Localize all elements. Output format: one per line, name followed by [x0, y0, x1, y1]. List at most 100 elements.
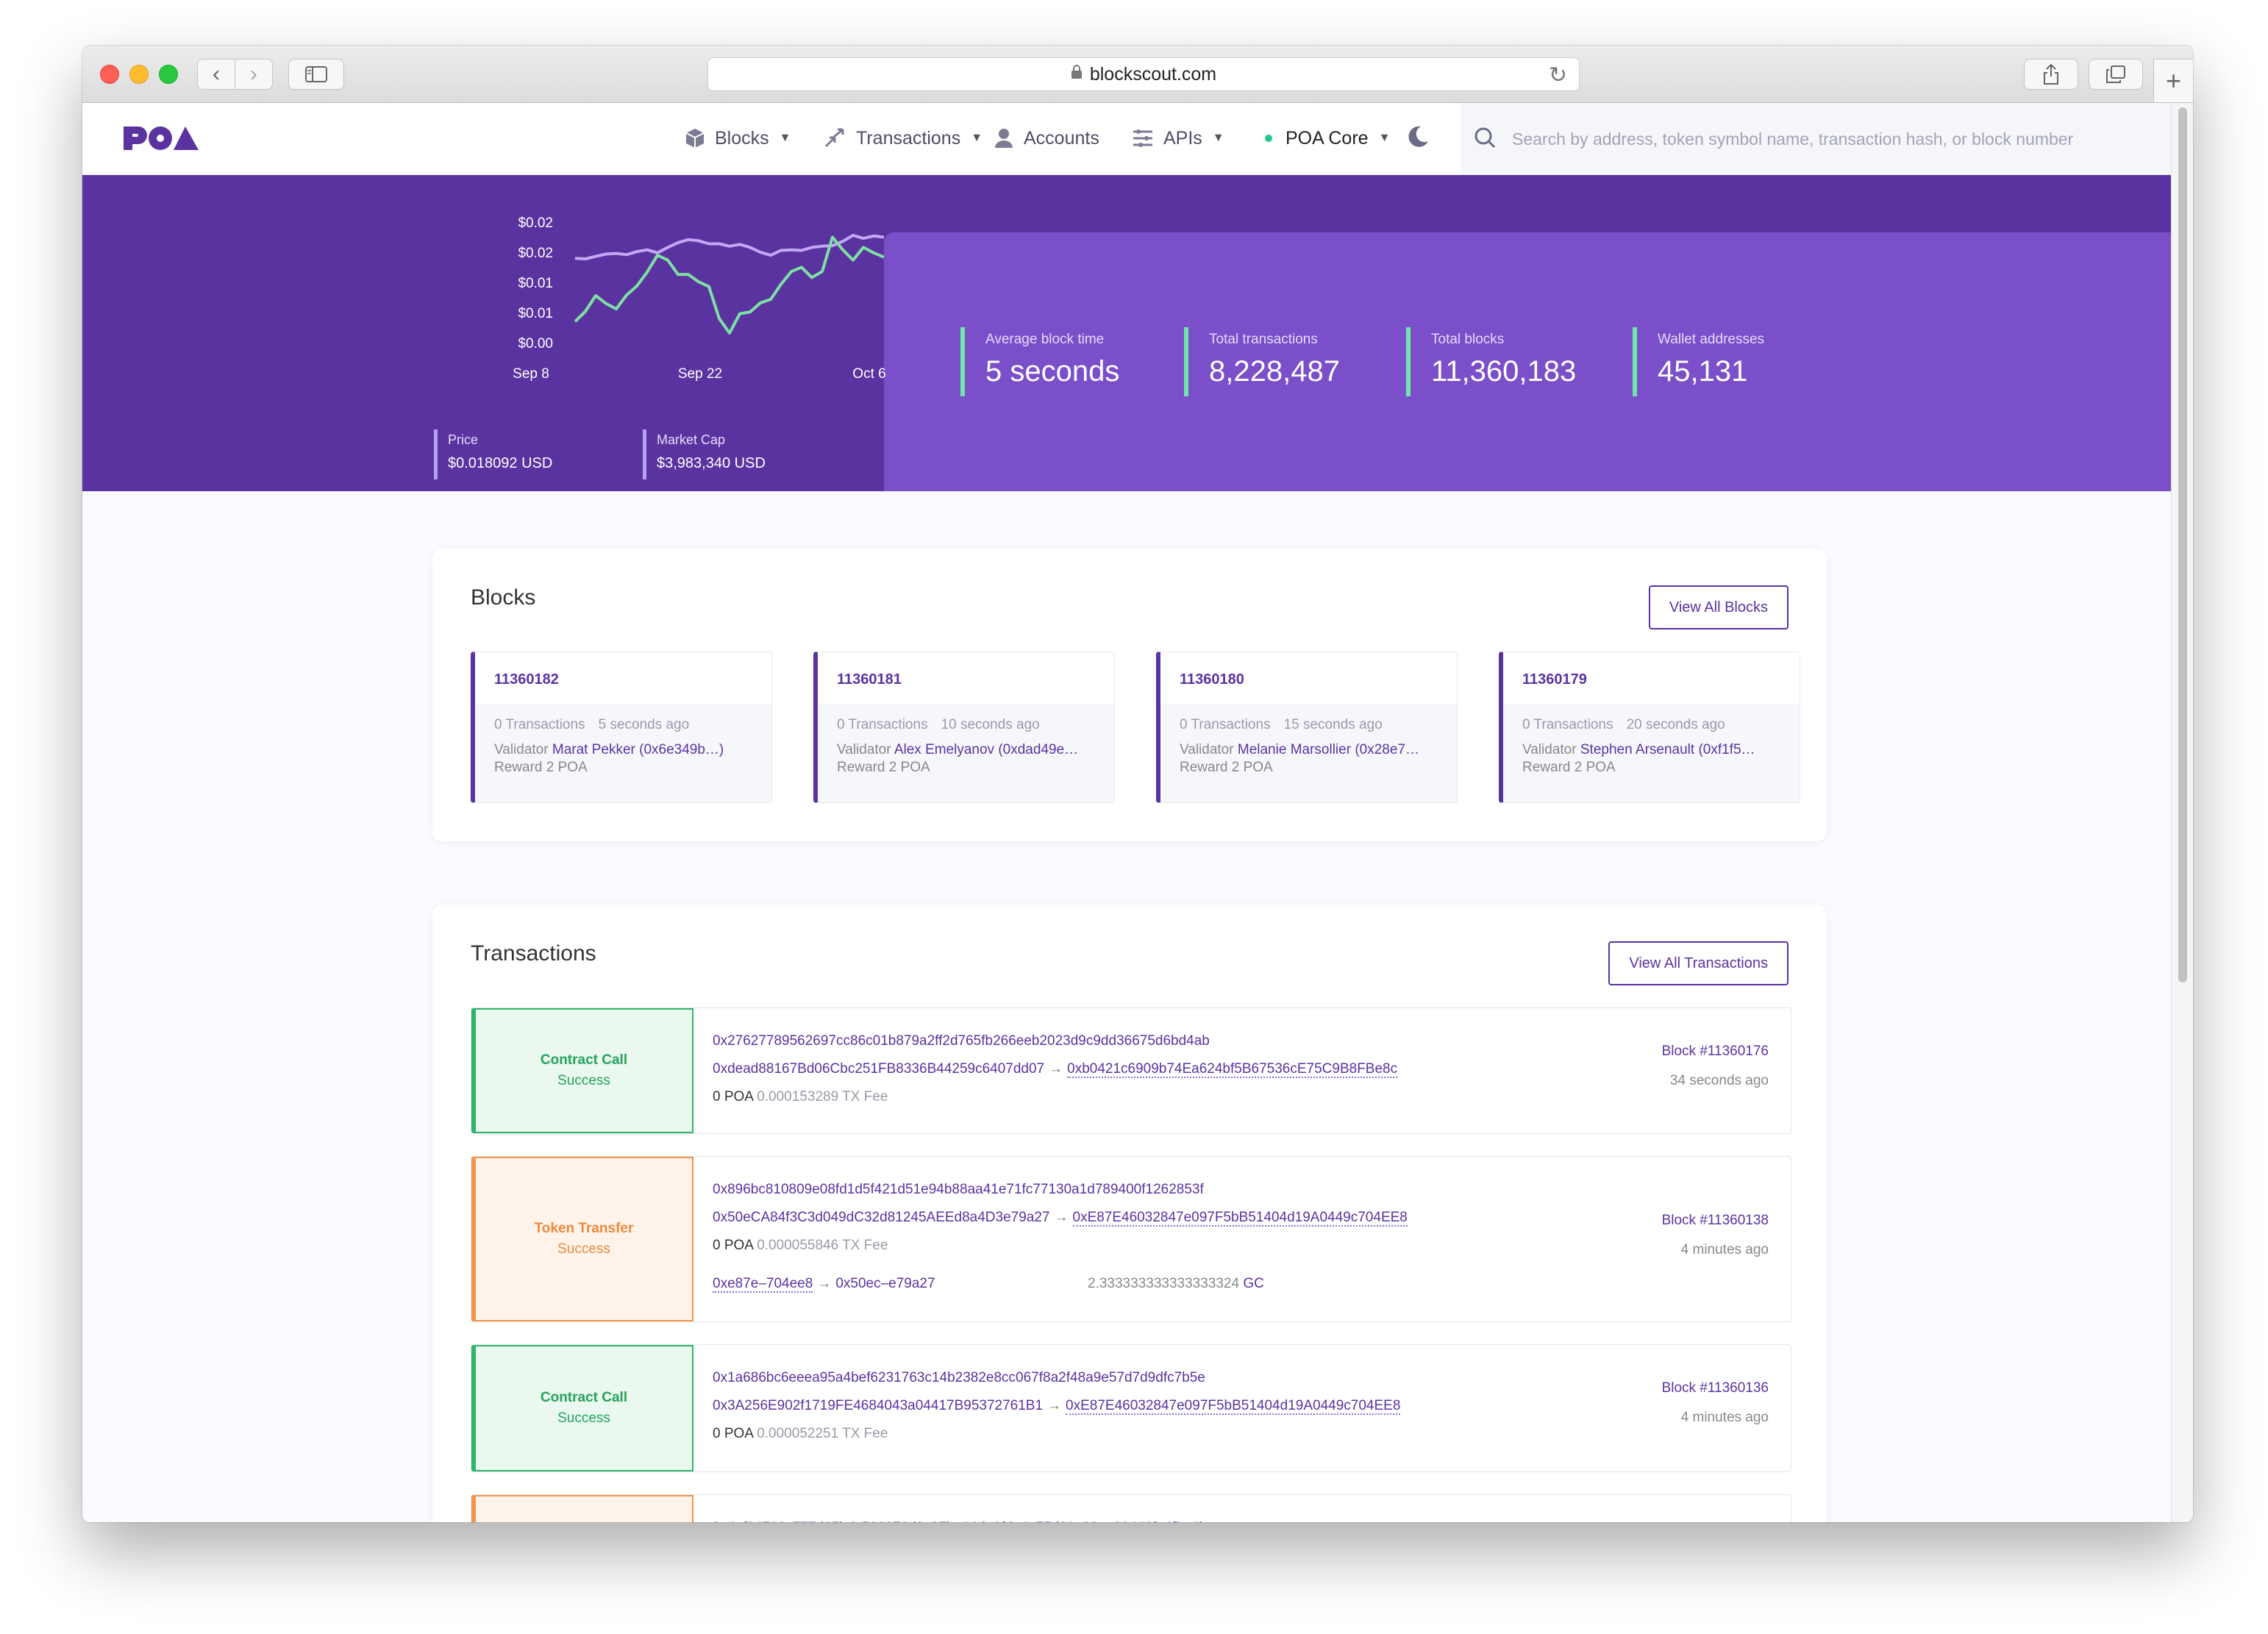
x-tick-label: Sep 22 [678, 366, 722, 382]
transaction-tile: Token Transfer Success 0x896bc810809e08f… [471, 1156, 1791, 1322]
nav-transactions-label: Transactions [856, 127, 961, 149]
tx-amount: 0 POA [713, 1426, 753, 1441]
network-selector[interactable]: POA Core ▼ [1265, 124, 1390, 153]
search-bar[interactable] [1461, 103, 2171, 175]
address-bar[interactable]: blockscout.com ↻ [707, 57, 1580, 91]
caret-down-icon: ▼ [1212, 132, 1224, 144]
block-tile[interactable]: 11360179 0 Transactions 20 seconds ago Va… [1499, 652, 1800, 803]
tx-from-link[interactable]: 0x3A256E902f1719FE4684043a04417B95372761… [713, 1398, 1043, 1413]
reload-icon[interactable]: ↻ [1549, 63, 1567, 88]
transaction-tile: Contract Call Success 0x1a686bc6eeea95a4… [471, 1344, 1791, 1472]
y-tick-label: $0.00 [518, 336, 553, 352]
sidebar-toggle-button[interactable] [288, 59, 344, 90]
share-button[interactable] [2024, 59, 2078, 90]
new-tab-button[interactable]: + [2153, 59, 2193, 103]
block-validator: Validator Melanie Marsollier (0x28e7… [1160, 733, 1433, 758]
nav-apis-label: APIs [1163, 127, 1202, 149]
nav-blocks[interactable]: Blocks ▼ [685, 124, 791, 153]
tx-fee: 0.000055846 TX Fee [757, 1238, 888, 1253]
token-symbol-link[interactable]: GC [1243, 1276, 1264, 1291]
block-tile[interactable]: 11360180 0 Transactions 15 seconds ago Va… [1156, 652, 1458, 803]
tx-to-link[interactable]: 0xb0421c6909b74Ea624bf5B67536cE75C9B8FBe… [1067, 1061, 1398, 1078]
market-cap-value: $3,983,340 USD [657, 455, 766, 471]
tx-value-fee: 0 POA 0.000055846 TX Fee [713, 1238, 1408, 1266]
tx-addresses: 0xdead88167Bd06Cbc251FB8336B44259c6407dd… [713, 1061, 1398, 1089]
block-tile[interactable]: 11360181 0 Transactions 10 seconds ago Va… [813, 652, 1115, 803]
view-all-transactions-button[interactable]: View All Transactions [1608, 941, 1789, 985]
scrollbar-thumb[interactable] [2178, 107, 2187, 982]
token-amount: 2.333333333333333324 [1088, 1276, 1240, 1291]
block-number-link[interactable]: 11360180 [1160, 652, 1457, 704]
validator-link[interactable]: Alex Emelyanov (0xdad49e… [894, 742, 1078, 757]
tx-block-link[interactable]: Block #11360138 [1662, 1213, 1769, 1229]
tx-block-info: Block #11360136 4 minutes ago [1662, 1380, 1769, 1426]
block-reward: Reward 2 POA [1180, 760, 1273, 775]
search-input[interactable] [1511, 128, 2143, 150]
tx-from-link[interactable]: 0xdead88167Bd06Cbc251FB8336B44259c6407dd… [713, 1061, 1044, 1077]
tx-hash-link[interactable]: 0x1a686bc6eeea95a4bef6231763c14b2382e8cc… [713, 1370, 1400, 1398]
tx-hash-link[interactable]: 0x4ef84728c777d35bdc523872d8c07ba14da8fd… [713, 1520, 1207, 1522]
validator-link[interactable]: Stephen Arsenault (0xf1f5… [1580, 742, 1755, 757]
block-meta: 0 Transactions 5 seconds ago [475, 704, 771, 733]
caret-down-icon: ▼ [779, 132, 791, 144]
block-age: 5 seconds ago [598, 717, 690, 732]
tx-status: Success [557, 1073, 610, 1088]
tx-to-link[interactable]: 0xE87E46032847e097F5bB51404d19A0449c704E… [1066, 1398, 1401, 1415]
view-all-blocks-button[interactable]: View All Blocks [1648, 585, 1789, 629]
tx-type-badge: Token Transfer Success [471, 1157, 693, 1321]
zoom-window-button[interactable] [159, 65, 178, 84]
stat-wallet-addresses: Wallet addresses 45,131 [1633, 327, 1764, 396]
tx-status: Success [557, 1241, 610, 1257]
tx-block-link[interactable]: Block #11360136 [1662, 1380, 1769, 1396]
tx-from-link[interactable]: 0x50eCA84f3C3d049dC32d81245AEEd8a4D3e79a… [713, 1210, 1050, 1225]
lock-icon [1071, 65, 1083, 84]
arrow-right-icon: → [1054, 1210, 1069, 1225]
nav-accounts[interactable]: Accounts [994, 124, 1099, 153]
tx-status: Success [557, 1410, 610, 1426]
block-number-link[interactable]: 11360182 [475, 652, 771, 704]
tx-to-link[interactable]: 0xE87E46032847e097F5bB51404d19A0449c704E… [1072, 1210, 1408, 1227]
blocks-card: Blocks View All Blocks 11360182 0 Transa… [432, 549, 1827, 841]
validator-link[interactable]: Melanie Marsollier (0x28e7… [1238, 742, 1419, 757]
tx-type: Token Transfer [534, 1221, 634, 1236]
token-to-link[interactable]: 0x50ec–e79a27 [835, 1276, 935, 1291]
block-tile[interactable]: 11360182 0 Transactions 5 seconds ago Val… [471, 652, 772, 803]
tx-details: 0x1a686bc6eeea95a4bef6231763c14b2382e8cc… [713, 1370, 1401, 1454]
forward-button[interactable]: › [235, 59, 273, 90]
close-window-button[interactable] [100, 65, 119, 84]
tx-block-info: Block #11360138 4 minutes ago [1662, 1213, 1769, 1258]
tx-block-link[interactable]: Block #11360176 [1662, 1043, 1769, 1060]
nav-transactions[interactable]: Transactions ▼ [824, 124, 983, 153]
token-amount-group: 2.333333333333333324 GC [1088, 1276, 1264, 1292]
tx-value-fee: 0 POA 0.000153289 TX Fee [713, 1089, 1397, 1117]
tx-hash-link[interactable]: 0x896bc810809e08fd1d5f421d51e94b88aa41e7… [713, 1182, 1408, 1210]
block-tx-count: 0 Transactions [1522, 717, 1613, 732]
minimize-window-button[interactable] [129, 65, 149, 84]
chart-series [574, 234, 885, 335]
nav-accounts-label: Accounts [1024, 127, 1099, 149]
y-tick-label: $0.01 [518, 306, 553, 321]
block-number-link[interactable]: 11360179 [1503, 652, 1800, 704]
block-validator: Validator Alex Emelyanov (0xdad49e… [818, 733, 1090, 758]
back-button[interactable]: ‹ [197, 59, 235, 90]
theme-toggle-button[interactable] [1406, 125, 1433, 151]
tx-hash-link[interactable]: 0x27627789562697cc86c01b879a2ff2d765fb26… [713, 1033, 1397, 1061]
nav-apis[interactable]: APIs ▼ [1133, 124, 1224, 153]
nav-blocks-label: Blocks [715, 127, 769, 149]
transfer-arrows-icon [824, 128, 846, 149]
user-icon [994, 128, 1013, 149]
network-label: POA Core [1285, 127, 1369, 149]
poa-logo[interactable] [122, 124, 200, 155]
search-icon [1474, 126, 1496, 152]
validator-label: Validator [494, 742, 549, 757]
tx-type-badge: Contract Call Success [471, 1345, 693, 1471]
browser-toolbar: ‹ › blockscout.com ↻ + [82, 46, 2193, 103]
block-age: 10 seconds ago [941, 717, 1040, 732]
show-tabs-button[interactable] [2089, 59, 2143, 90]
validator-link[interactable]: Marat Pekker (0x6e349b…) [552, 742, 724, 757]
tx-fee: 0.000153289 TX Fee [757, 1089, 888, 1105]
block-number-link[interactable]: 11360181 [818, 652, 1114, 704]
page-scrollbar[interactable] [2171, 103, 2193, 1522]
plus-icon: + [2165, 65, 2182, 96]
token-from-link[interactable]: 0xe87e–704ee8 [713, 1276, 813, 1293]
